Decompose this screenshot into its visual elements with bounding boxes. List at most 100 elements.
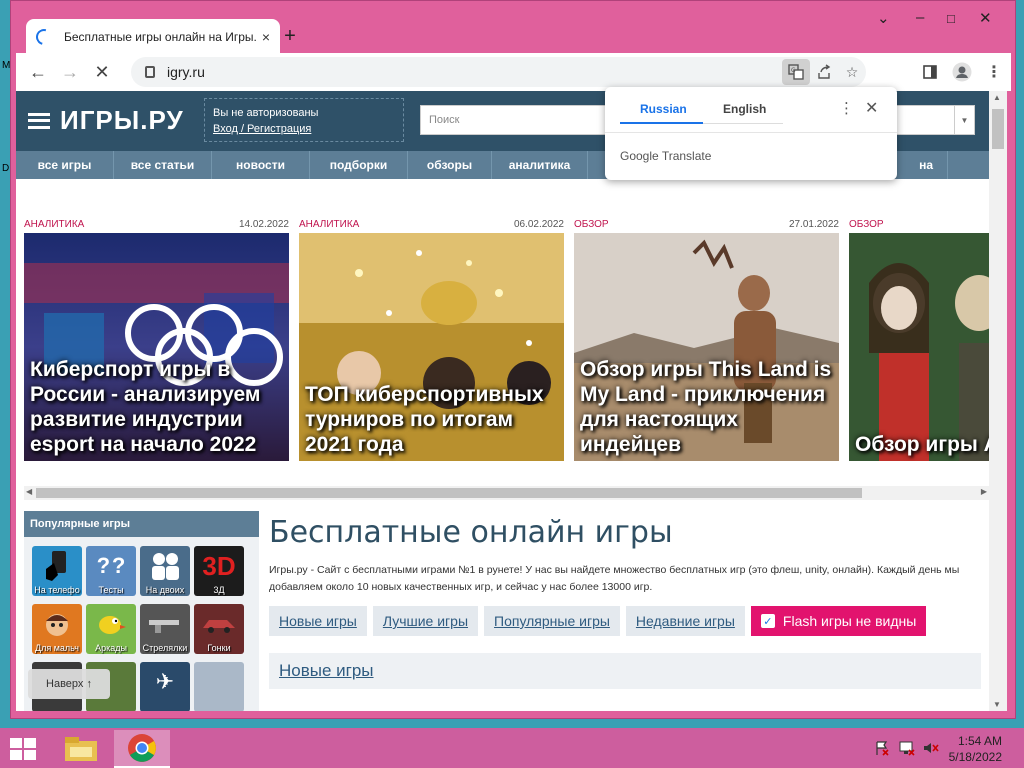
article-title[interactable]: Обзор игры Ab Floor: монстр (855, 432, 989, 457)
tab-recent-games[interactable]: Недавние игры (625, 606, 745, 636)
browser-tab[interactable]: Бесплатные игры онлайн на Игры.ру × (26, 19, 280, 55)
network-icon[interactable] (898, 740, 916, 759)
category-label: 3Д (213, 585, 225, 595)
share-icon[interactable] (810, 59, 838, 85)
article-category[interactable]: ОБЗОР (574, 219, 609, 230)
bookmark-star-icon[interactable]: ☆ (838, 59, 866, 85)
nav-item[interactable]: новости (212, 151, 310, 179)
desktop-edge-label: D (2, 163, 10, 174)
windows-start-icon[interactable] (10, 738, 38, 760)
article-card[interactable]: ОБЗОР 27.01.2022 Обзор игры This Land is… (574, 219, 839, 461)
nav-item[interactable]: все статьи (114, 151, 212, 179)
tab-best-games[interactable]: Лучшие игры (372, 606, 479, 636)
article-category[interactable]: ОБЗОР (849, 219, 884, 230)
taskbar: 1:54 AM 5/18/2022 (0, 728, 1024, 768)
category-label: Стрелялки (142, 643, 188, 653)
profile-avatar-icon[interactable] (948, 59, 976, 85)
article-title[interactable]: Обзор игры This Land is My Land - приклю… (580, 357, 835, 457)
translate-options-icon[interactable]: ⋮ (839, 99, 854, 117)
tab-search-icon[interactable]: ⌄ (877, 9, 890, 27)
article-card[interactable]: АНАЛИТИКА 14.02.2022 Киберспорт игры в Р… (24, 219, 289, 461)
article-title[interactable]: Киберспорт игры в России - анализируем р… (30, 357, 285, 457)
scrollbar-thumb[interactable] (992, 109, 1004, 149)
article-image[interactable]: ТОП киберспортивных турниров по итогам 2… (299, 233, 564, 461)
article-card[interactable]: АНАЛИТИКА 06.02.2022 ТОП киберспортивных… (299, 219, 564, 461)
svg-text:G: G (791, 67, 796, 74)
site-logo[interactable]: ИГРЫ.РУ (28, 105, 184, 136)
stop-loading-icon[interactable]: ✕ (88, 62, 116, 83)
translate-source-tab[interactable]: Russian (640, 102, 687, 116)
translate-target-tab[interactable]: English (723, 102, 766, 116)
category-tile[interactable] (194, 662, 244, 711)
category-phone[interactable]: На телефо (32, 546, 82, 596)
article-image[interactable]: Обзор игры Ab Floor: монстр (849, 233, 989, 461)
page-scrollbar[interactable]: ▲ ▼ (989, 91, 1007, 711)
carousel-scrollbar[interactable]: ◀ ▶ (24, 486, 989, 500)
close-window-button[interactable]: ✕ (979, 9, 992, 27)
login-register-link[interactable]: Вход / Регистрация (213, 123, 311, 135)
clock-time: 1:54 AM (957, 734, 1002, 748)
url-text[interactable]: igry.ru (167, 64, 205, 80)
article-category[interactable]: АНАЛИТИКА (299, 219, 359, 230)
category-two-players[interactable]: На двоих (140, 546, 190, 596)
intro-text: Игры.ру - Сайт с бесплатными играми №1 в… (269, 564, 960, 593)
back-to-top-button[interactable]: Наверх ↑ (28, 669, 110, 699)
scrollbar-thumb[interactable] (36, 488, 862, 498)
category-3d[interactable]: 3D 3Д (194, 546, 244, 596)
scroll-up-icon[interactable]: ▲ (993, 93, 1001, 102)
nav-item[interactable]: обзоры (408, 151, 492, 179)
tab-close-icon[interactable]: × (262, 29, 270, 45)
article-category[interactable]: АНАЛИТИКА (24, 219, 84, 230)
forward-arrow-icon[interactable]: → (56, 62, 84, 83)
nav-item[interactable]: все игры (16, 151, 114, 179)
action-center-flag-icon[interactable] (874, 740, 890, 759)
article-date: 14.02.2022 (238, 219, 289, 230)
tab-new-games[interactable]: Новые игры (269, 606, 367, 636)
new-games-section-link[interactable]: Новые игры (269, 653, 981, 689)
chrome-icon[interactable] (114, 730, 170, 768)
browser-toolbar: ← → ✕ igry.ru G ☆ ⋮ (16, 53, 1011, 91)
flash-toggle[interactable]: ✓ Flash игры не видны (750, 606, 927, 636)
games-tabs: Новые игры Лучшие игры Популярные игры Н… (269, 606, 981, 636)
address-bar[interactable]: igry.ru G ☆ (131, 57, 866, 87)
tab-divider (703, 123, 783, 124)
article-title[interactable]: ТОП киберспортивных турниров по итогам 2… (305, 382, 560, 457)
article-image[interactable]: Обзор игры This Land is My Land - приклю… (574, 233, 839, 461)
nav-item[interactable]: аналитика (492, 151, 588, 179)
new-tab-button[interactable]: + (279, 25, 301, 48)
menu-kebab-icon[interactable]: ⋮ (980, 59, 1008, 85)
category-arcade[interactable]: Аркады (86, 604, 136, 654)
translate-popup: Russian English ⋮ ✕ Google Translate (605, 87, 897, 180)
lock-icon (145, 66, 155, 78)
scroll-left-icon[interactable]: ◀ (26, 487, 32, 496)
side-panel-icon[interactable] (916, 59, 944, 85)
checkbox-checked-icon[interactable]: ✓ (760, 614, 775, 628)
bird-icon (86, 604, 136, 644)
hamburger-menu-icon[interactable] (28, 112, 50, 129)
scroll-right-icon[interactable]: ▶ (981, 487, 987, 496)
page-title: Бесплатные онлайн игры (269, 515, 673, 550)
page-viewport: ИГРЫ.РУ Вы не авторизованы Вход / Регист… (16, 91, 989, 711)
close-icon[interactable]: ✕ (865, 98, 878, 118)
nav-item[interactable]: подборки (310, 151, 408, 179)
category-racing[interactable]: Гонки (194, 604, 244, 654)
file-explorer-icon[interactable] (53, 730, 109, 768)
back-arrow-icon[interactable]: ← (24, 62, 52, 83)
category-boys[interactable]: Для мальч (32, 604, 82, 654)
volume-muted-icon[interactable] (922, 740, 940, 759)
main-content: Бесплатные онлайн игры Игры.ру - Сайт с … (269, 511, 981, 711)
category-tile[interactable]: ✈ (140, 662, 190, 711)
chevron-down-icon[interactable]: ▼ (954, 106, 974, 134)
article-image[interactable]: Киберспорт игры в России - анализируем р… (24, 233, 289, 461)
system-clock[interactable]: 1:54 AM 5/18/2022 (949, 733, 1002, 765)
category-tests[interactable]: ? ? Тесты (86, 546, 136, 596)
tab-popular-games[interactable]: Популярные игры (484, 606, 620, 636)
minimize-button[interactable]: – (916, 9, 924, 26)
category-shooters[interactable]: Стрелялки (140, 604, 190, 654)
translate-icon[interactable]: G (782, 59, 810, 85)
article-card[interactable]: ОБЗОР Обзор игры Ab Floor: монстр (849, 219, 989, 461)
scroll-down-icon[interactable]: ▼ (993, 700, 1001, 709)
3d-icon: 3D (202, 550, 236, 581)
maximize-button[interactable]: □ (947, 11, 955, 26)
tab-strip: Бесплатные игры онлайн на Игры.ру × + ⌄ … (11, 1, 1015, 55)
